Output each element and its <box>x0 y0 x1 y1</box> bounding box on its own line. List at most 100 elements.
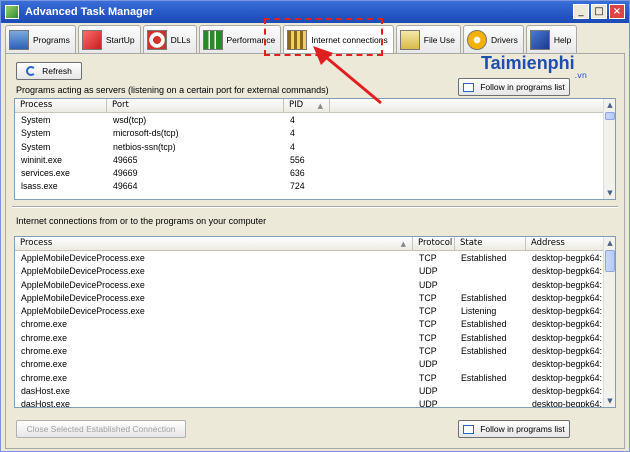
servers-list[interactable]: Process Port PID ▲ System wsd(tcp) 4 System m… <box>14 98 616 200</box>
tab-file-use[interactable]: File Use <box>395 25 461 53</box>
table-cell: desktop-begpk64: <box>532 399 602 408</box>
connections-body: AppleMobileDeviceProcess.exe TCP Establish… <box>15 252 604 408</box>
servers-scrollbar[interactable]: ▲ ▼ <box>603 99 615 199</box>
table-cell: dasHost.exe <box>21 399 70 408</box>
minimize-button[interactable]: _ <box>573 4 589 19</box>
table-cell: desktop-begpk64: <box>532 253 602 263</box>
tab-startup[interactable]: StartUp <box>77 25 141 53</box>
column-protocol[interactable]: Protocol <box>413 237 455 251</box>
app-icon <box>5 5 19 19</box>
table-cell: AppleMobileDeviceProcess.exe <box>21 266 145 277</box>
tab-label: Programs <box>33 34 70 45</box>
table-cell: netbios-ssn(tcp) <box>113 141 176 152</box>
table-cell: AppleMobileDeviceProcess.exe <box>21 253 145 263</box>
scroll-down-icon[interactable]: ▼ <box>604 395 615 407</box>
table-row[interactable]: wininit.exe 49665 556 <box>15 154 330 167</box>
column-process[interactable]: Process <box>15 99 107 113</box>
tab-label: File Use <box>423 34 455 45</box>
section-divider <box>12 206 618 208</box>
table-row[interactable]: chrome.exe TCP Established desktop-begpk64: <box>15 332 604 345</box>
tab-label: DLLs <box>170 34 191 45</box>
tab-drivers[interactable]: Drivers <box>462 25 524 53</box>
table-row[interactable]: chrome.exe TCP Established desktop-begpk64: <box>15 345 604 358</box>
tab-dlls[interactable]: DLLs <box>142 25 197 53</box>
table-row[interactable]: services.exe 49669 636 <box>15 167 330 180</box>
table-cell: desktop-begpk64: <box>532 306 602 317</box>
table-row[interactable]: lsass.exe 49664 724 <box>15 180 330 193</box>
follow-label: Follow in programs list <box>480 82 565 92</box>
list-icon <box>463 424 475 434</box>
servers-body: System wsd(tcp) 4 System microsoft-ds(tcp) 4 S… <box>15 114 330 194</box>
list-icon <box>463 82 475 92</box>
column-process[interactable]: Process ▲ <box>15 237 413 251</box>
table-row[interactable]: AppleMobileDeviceProcess.exe TCP Establish… <box>15 292 604 305</box>
table-cell: Established <box>461 292 507 303</box>
table-row[interactable]: chrome.exe TCP Established desktop-begpk64: <box>15 372 604 385</box>
tab-programs[interactable]: Programs <box>5 25 76 53</box>
scroll-up-icon[interactable]: ▲ <box>604 237 615 249</box>
maximize-button[interactable]: □ <box>591 4 607 19</box>
table-cell: Established <box>461 346 507 357</box>
table-cell: chrome.exe <box>21 346 67 357</box>
table-cell <box>455 279 526 292</box>
table-cell: 4 <box>290 128 295 139</box>
follow-in-programs-button-bottom[interactable]: Follow in programs list <box>458 420 570 438</box>
scroll-thumb[interactable] <box>605 250 615 272</box>
table-row[interactable]: System netbios-ssn(tcp) 4 <box>15 141 330 154</box>
table-row[interactable]: dasHost.exe UDP desktop-begpk64: <box>15 398 604 408</box>
sort-arrow-icon: ▲ <box>400 240 406 248</box>
connections-label: Internet connections from or to the prog… <box>16 216 267 226</box>
file-use-icon <box>399 29 420 50</box>
tab-help[interactable]: Help <box>525 25 578 53</box>
table-cell: TCP <box>419 253 437 263</box>
table-cell <box>455 358 526 371</box>
follow-label: Follow in programs list <box>480 424 565 434</box>
scroll-thumb[interactable] <box>605 112 615 120</box>
table-row[interactable]: chrome.exe TCP Established desktop-begpk64: <box>15 318 604 331</box>
startup-icon <box>81 29 102 50</box>
column-address[interactable]: Address <box>526 237 604 251</box>
table-cell <box>455 265 526 278</box>
table-row[interactable]: System microsoft-ds(tcp) 4 <box>15 127 330 140</box>
table-row[interactable]: AppleMobileDeviceProcess.exe UDP desktop-b… <box>15 265 604 278</box>
close-connection-button[interactable]: Close Selected Established Connection <box>16 420 186 438</box>
table-row[interactable]: dasHost.exe UDP desktop-begpk64: <box>15 385 604 398</box>
table-cell: chrome.exe <box>21 372 67 383</box>
table-cell: Established <box>461 319 507 330</box>
table-cell: desktop-begpk64: <box>532 359 602 370</box>
table-cell: 4 <box>290 115 295 125</box>
refresh-icon <box>26 66 37 76</box>
table-row[interactable]: System wsd(tcp) 4 <box>15 114 330 127</box>
table-cell: desktop-begpk64: <box>532 279 602 290</box>
table-cell: chrome.exe <box>21 319 67 330</box>
performance-icon <box>202 29 223 50</box>
table-cell: 49665 <box>113 154 138 165</box>
table-cell: UDP <box>419 359 438 370</box>
table-cell: microsoft-ds(tcp) <box>113 128 179 139</box>
tab-label: Help <box>553 34 572 45</box>
table-row[interactable]: AppleMobileDeviceProcess.exe TCP Establish… <box>15 252 604 265</box>
table-cell: 724 <box>290 181 305 192</box>
connections-scrollbar[interactable]: ▲ ▼ <box>603 237 615 407</box>
table-cell: wsd(tcp) <box>113 115 147 125</box>
connections-list[interactable]: Process ▲ Protocol State Address AppleMob… <box>14 236 616 408</box>
table-cell: desktop-begpk64: <box>532 385 602 396</box>
column-state[interactable]: State <box>455 237 526 251</box>
scroll-down-icon[interactable]: ▼ <box>604 187 615 199</box>
table-cell: System <box>21 115 51 125</box>
table-row[interactable]: AppleMobileDeviceProcess.exe UDP desktop-b… <box>15 279 604 292</box>
servers-label: Programs acting as servers (listening on… <box>16 85 329 95</box>
tab-content: Refresh Follow in programs list Programs… <box>5 53 625 449</box>
table-cell: services.exe <box>21 168 70 179</box>
table-row[interactable]: chrome.exe UDP desktop-begpk64: <box>15 358 604 371</box>
refresh-button[interactable]: Refresh <box>16 62 82 80</box>
column-port[interactable]: Port <box>107 99 284 113</box>
table-cell: TCP <box>419 346 437 357</box>
scroll-up-icon[interactable]: ▲ <box>604 99 615 111</box>
brand-suffix: .vn <box>574 71 587 80</box>
table-row[interactable]: AppleMobileDeviceProcess.exe TCP Listening… <box>15 305 604 318</box>
table-cell: 556 <box>290 154 305 165</box>
table-cell: 49669 <box>113 168 138 179</box>
close-button[interactable]: × <box>609 4 625 19</box>
drivers-icon <box>466 29 487 50</box>
